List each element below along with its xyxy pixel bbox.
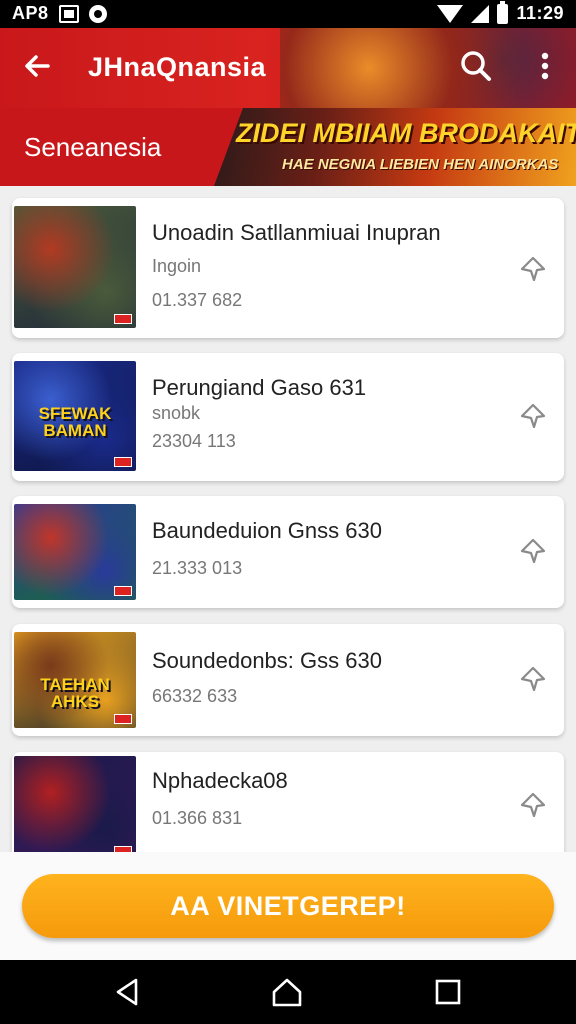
system-nav-bar (0, 960, 576, 1024)
game-thumbnail: SFEWAK BAMAN (14, 361, 136, 471)
thumbnail-label: SFEWAK BAMAN (38, 404, 112, 440)
item-stat: 21.333 013 (152, 558, 243, 578)
arrow-back-icon (25, 55, 50, 77)
battery-icon (497, 0, 509, 24)
nav-home-icon (272, 978, 302, 1007)
cta-button[interactable]: AA VINETGEREP! (22, 874, 554, 938)
search-icon (461, 51, 491, 81)
game-list: Unoadin Satllanmiuai Inupran Ingoin 01.3… (0, 186, 576, 852)
game-thumbnail: TAEHAN AHKS (14, 632, 136, 728)
nav-back-button[interactable] (112, 976, 144, 1008)
clock: 11:29 (516, 3, 564, 23)
pin-button[interactable] (518, 536, 548, 566)
list-item[interactable]: SFEWAK BAMAN Perungiand Gaso 631 snobk 2… (12, 353, 564, 481)
pin-button[interactable] (518, 401, 548, 431)
more-vert-icon (541, 52, 549, 80)
nav-recents-icon (435, 979, 461, 1005)
thumbnail-tag (114, 457, 132, 467)
search-button[interactable] (456, 46, 496, 86)
footer: AA VINETGEREP! (0, 852, 576, 960)
app-bar: JHnaQnansia (0, 28, 576, 108)
item-stat: 23304 113 (152, 431, 236, 451)
banner-headline: ZIDEI MBIIAM BRODAKAIT (236, 118, 576, 148)
pin-icon (520, 256, 546, 282)
wifi-icon (437, 4, 464, 23)
game-thumbnail (14, 756, 136, 852)
pin-icon (520, 403, 546, 429)
item-title: Soundedonbs: Gss 630 (152, 648, 382, 673)
list-item[interactable]: TAEHAN AHKS Soundedonbs: Gss 630 66332 6… (12, 624, 564, 736)
app-title: JHnaQnansia (88, 52, 267, 82)
banner-subtitle: Seneanesia (24, 132, 162, 162)
pin-icon (520, 538, 546, 564)
game-thumbnail (14, 206, 136, 328)
item-title: Perungiand Gaso 631 (152, 375, 367, 400)
pin-icon (520, 792, 546, 818)
thumbnail-label: TAEHAN AHKS (40, 675, 110, 711)
back-button[interactable] (18, 46, 58, 86)
item-subtitle: snobk (152, 403, 201, 423)
status-right: 11:29 (437, 0, 564, 24)
game-thumbnail (14, 504, 136, 600)
notification-icon (58, 4, 79, 23)
signal-icon (471, 4, 490, 23)
item-title: Unoadin Satllanmiuai Inupran (152, 220, 441, 245)
item-stat: 01.366 831 (152, 808, 243, 828)
nav-home-button[interactable] (270, 976, 302, 1008)
list-item[interactable]: Nphadecka08 01.366 831 (12, 752, 564, 852)
pin-button[interactable] (518, 664, 548, 694)
carrier-label: AP8 (12, 3, 49, 23)
status-bar: AP8 11:29 (0, 0, 576, 28)
item-title: Baundeduion Gnss 630 (152, 518, 382, 543)
nav-recents-button[interactable] (432, 976, 464, 1008)
pin-button[interactable] (518, 254, 548, 284)
thumbnail-tag (114, 314, 132, 324)
item-subtitle: Ingoin (152, 256, 202, 276)
promo-banner[interactable]: Seneanesia ZIDEI MBIIAM BRODAKAIT HAE NE… (0, 108, 576, 186)
more-options-button[interactable] (530, 46, 560, 86)
item-stat: 66332 633 (152, 686, 238, 706)
list-item[interactable]: Baundeduion Gnss 630 21.333 013 (12, 496, 564, 608)
notification-round-icon (88, 4, 107, 23)
pin-icon (520, 666, 546, 692)
thumbnail-tag (114, 586, 132, 596)
status-left: AP8 (12, 3, 107, 24)
thumbnail-tag (114, 714, 132, 724)
pin-button[interactable] (518, 790, 548, 820)
item-title: Nphadecka08 (152, 768, 288, 793)
banner-tagline: HAE NEGNIA LIEBIEN HEN AINORKAS (282, 156, 559, 173)
item-stat: 01.337 682 (152, 290, 243, 310)
list-item[interactable]: Unoadin Satllanmiuai Inupran Ingoin 01.3… (12, 198, 564, 338)
nav-back-icon (116, 978, 138, 1006)
